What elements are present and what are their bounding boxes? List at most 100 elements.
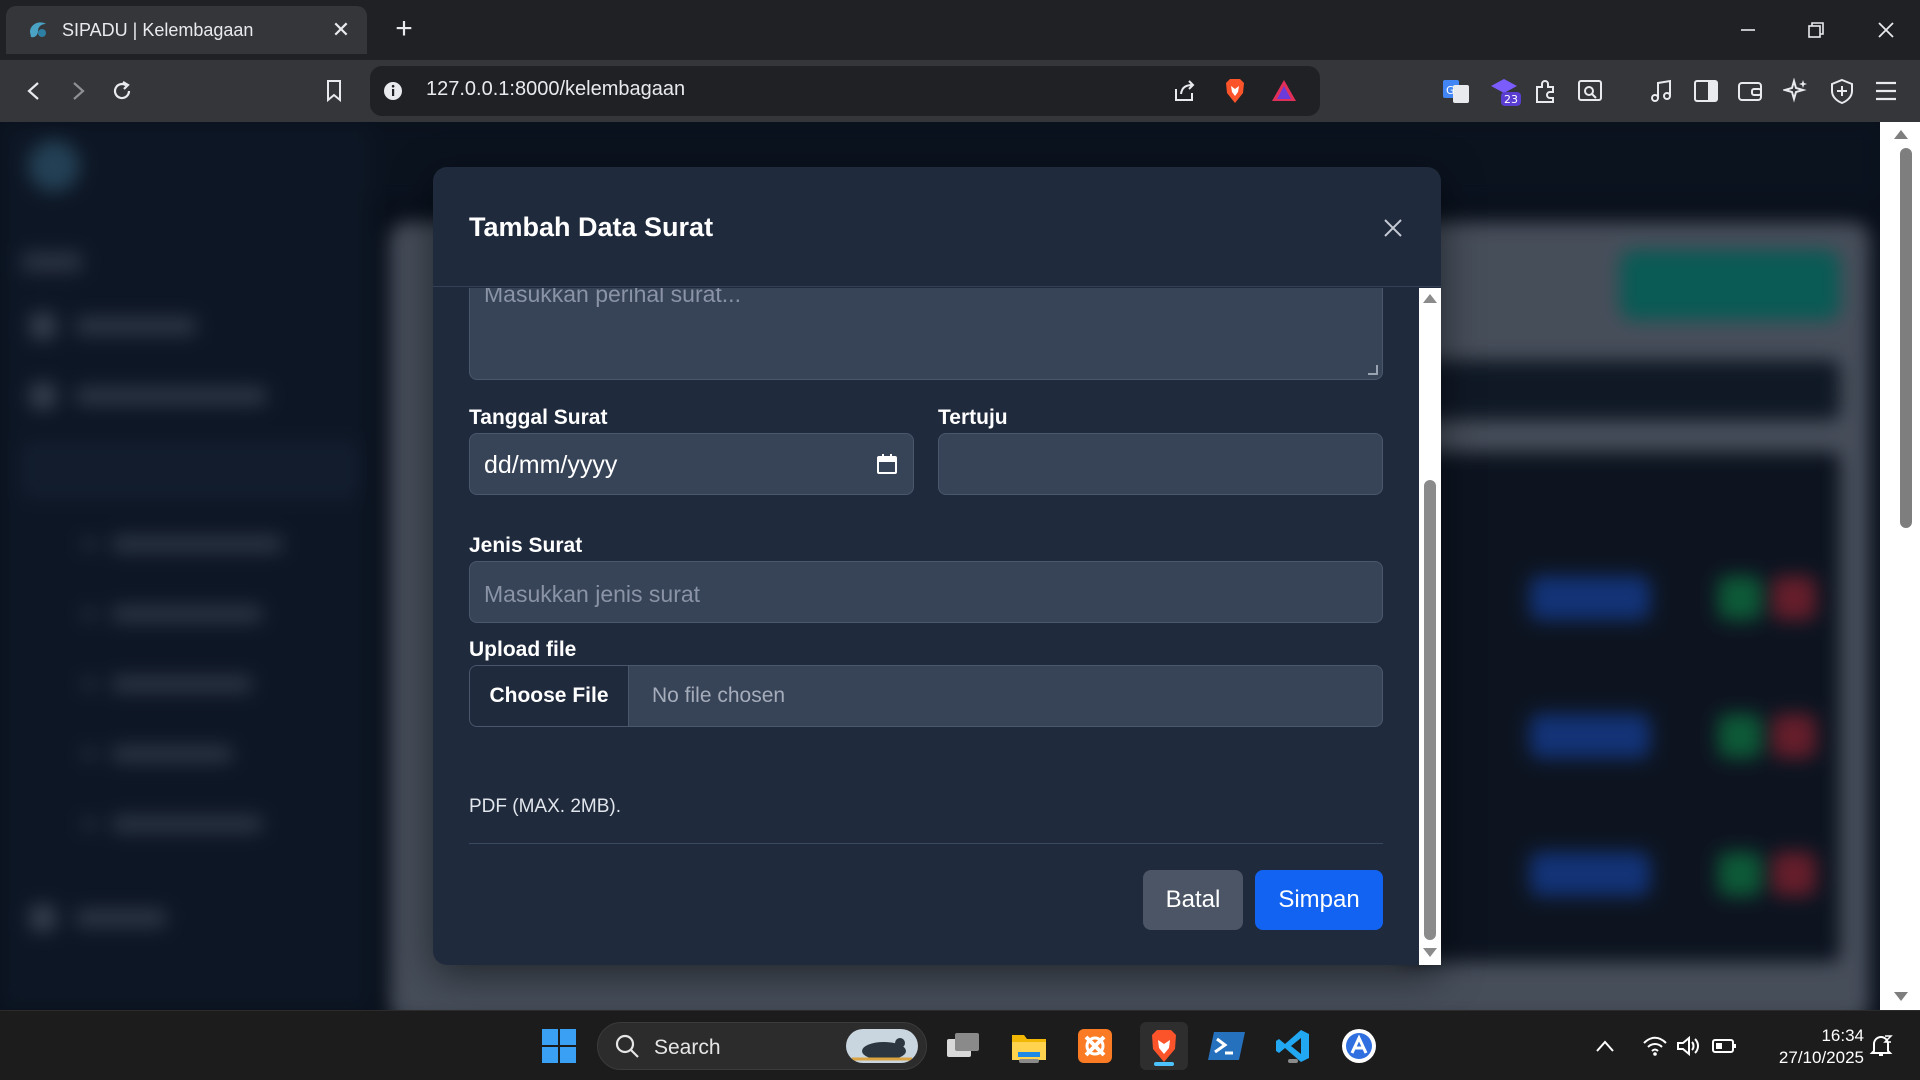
brave-taskbar-button[interactable] bbox=[1140, 1022, 1188, 1070]
new-tab-button[interactable]: + bbox=[386, 12, 422, 48]
battery-button[interactable] bbox=[1704, 1025, 1746, 1067]
leo-ai-button[interactable] bbox=[1776, 71, 1816, 111]
browser-menu-button[interactable] bbox=[1866, 71, 1906, 111]
modal-scrollbar[interactable] bbox=[1419, 288, 1441, 965]
forward-button[interactable] bbox=[58, 71, 98, 111]
folder-icon bbox=[1012, 1035, 1046, 1060]
tab-close-icon[interactable]: ✕ bbox=[329, 17, 353, 43]
wallet-icon bbox=[1738, 82, 1762, 101]
wallet-button[interactable] bbox=[1730, 71, 1770, 111]
windows-logo-icon bbox=[542, 1029, 576, 1063]
modal-header: Tambah Data Surat bbox=[433, 167, 1441, 287]
arrow-left-icon bbox=[27, 82, 39, 100]
app-store-icon bbox=[1342, 1029, 1376, 1063]
translate-extension[interactable]: G bbox=[1436, 71, 1476, 111]
google-translate-icon: G bbox=[1443, 80, 1469, 103]
restore-button[interactable] bbox=[1788, 8, 1844, 52]
share-icon[interactable] bbox=[1172, 79, 1198, 103]
bookmark-button[interactable] bbox=[314, 71, 354, 111]
graduation-cap-icon: 23 bbox=[1491, 79, 1521, 106]
page-scrollbar[interactable] bbox=[1880, 122, 1920, 1010]
modal-footer-region: PDF (MAX. 2MB). Batal Simpan bbox=[433, 288, 1419, 965]
modal-title: Tambah Data Surat bbox=[469, 212, 714, 242]
running-indicator bbox=[1288, 1059, 1298, 1063]
extensions-button[interactable] bbox=[1526, 71, 1566, 111]
screen-search-icon bbox=[1578, 80, 1602, 101]
start-button[interactable] bbox=[538, 1025, 580, 1067]
taskbar-search-label: Search bbox=[654, 1036, 721, 1059]
notification-bell-icon bbox=[1869, 1035, 1893, 1056]
modal-scroll-down-icon[interactable] bbox=[1423, 948, 1437, 957]
puzzle-icon bbox=[1536, 80, 1554, 103]
extension-badge-count: 23 bbox=[1504, 93, 1518, 106]
app-store-button[interactable] bbox=[1338, 1025, 1380, 1067]
battery-icon bbox=[1712, 1039, 1736, 1053]
close-icon bbox=[1878, 22, 1894, 38]
powershell-icon bbox=[1208, 1032, 1245, 1060]
brave-rewards-icon[interactable] bbox=[1270, 78, 1298, 104]
hamburger-menu-icon bbox=[1876, 81, 1896, 101]
browser-tab[interactable]: SIPADU | Kelembagaan ✕ bbox=[6, 6, 367, 54]
url-text[interactable]: 127.0.0.1:8000/kelembagaan bbox=[426, 78, 685, 101]
address-bar[interactable]: 127.0.0.1:8000/kelembagaan bbox=[370, 66, 1320, 116]
modal-scrollbar-thumb[interactable] bbox=[1424, 480, 1436, 940]
sidebar-toggle-button[interactable] bbox=[1686, 71, 1726, 111]
back-button[interactable] bbox=[14, 71, 54, 111]
active-indicator bbox=[1154, 1062, 1174, 1066]
sidebar-icon bbox=[1694, 80, 1718, 102]
modal-close-button[interactable] bbox=[1376, 211, 1410, 245]
page-scrollbar-thumb[interactable] bbox=[1900, 148, 1912, 528]
powershell-button[interactable] bbox=[1206, 1025, 1248, 1067]
music-note-icon bbox=[1651, 79, 1671, 102]
vpn-button[interactable] bbox=[1822, 71, 1862, 111]
show-hidden-icons-button[interactable] bbox=[1584, 1025, 1626, 1067]
media-button[interactable] bbox=[1642, 71, 1682, 111]
browser-toolbar: 127.0.0.1:8000/kelembagaan G 23 bbox=[0, 60, 1920, 122]
cancel-button[interactable]: Batal bbox=[1143, 870, 1243, 930]
chevron-up-icon bbox=[1596, 1040, 1614, 1052]
tab-title: SIPADU | Kelembagaan bbox=[62, 19, 254, 40]
clock-date: 27/10/2025 bbox=[1778, 1048, 1864, 1067]
modal-footer-divider bbox=[469, 843, 1383, 844]
scroll-down-arrow-icon[interactable] bbox=[1894, 992, 1908, 1001]
site-favicon-icon bbox=[30, 22, 46, 38]
sparkle-icon bbox=[1783, 78, 1807, 103]
windows-taskbar: Search 16:34 27/10/2025 bbox=[0, 1010, 1920, 1080]
vscode-button[interactable] bbox=[1272, 1025, 1314, 1067]
wifi-icon bbox=[1643, 1036, 1667, 1056]
scroll-up-arrow-icon[interactable] bbox=[1894, 130, 1908, 139]
xampp-icon bbox=[1078, 1029, 1112, 1063]
bookmark-icon bbox=[327, 80, 341, 103]
speaker-icon bbox=[1677, 1035, 1699, 1057]
browser-tabstrip: SIPADU | Kelembagaan ✕ + bbox=[0, 0, 1920, 60]
minimize-button[interactable] bbox=[1720, 8, 1776, 52]
xampp-button[interactable] bbox=[1074, 1025, 1116, 1067]
task-view-button[interactable] bbox=[942, 1025, 984, 1067]
extension-badge-button[interactable]: 23 bbox=[1486, 71, 1526, 111]
file-hint: PDF (MAX. 2MB). bbox=[469, 796, 622, 817]
site-info-icon[interactable] bbox=[382, 80, 404, 102]
running-indicator bbox=[1019, 1059, 1039, 1063]
clock-time: 16:34 bbox=[1821, 1026, 1864, 1045]
restore-icon bbox=[1808, 22, 1824, 38]
reload-button[interactable] bbox=[102, 71, 142, 111]
modal-scroll-up-icon[interactable] bbox=[1423, 294, 1437, 303]
arrow-right-icon bbox=[73, 82, 85, 100]
file-explorer-button[interactable] bbox=[1008, 1025, 1050, 1067]
reload-icon bbox=[113, 81, 131, 100]
task-view-icon bbox=[947, 1033, 979, 1057]
taskbar-clock[interactable]: 16:34 27/10/2025 bbox=[1779, 1025, 1864, 1069]
minimize-icon bbox=[1741, 29, 1755, 31]
search-highlight-image bbox=[846, 1029, 918, 1063]
shield-icon bbox=[1831, 78, 1853, 104]
taskbar-search[interactable]: Search bbox=[597, 1022, 927, 1070]
notifications-button[interactable] bbox=[1860, 1025, 1902, 1067]
brave-shields-icon[interactable] bbox=[1222, 77, 1248, 105]
svg-text:G: G bbox=[1446, 84, 1455, 97]
search-icon bbox=[615, 1034, 639, 1058]
screenshot-button[interactable] bbox=[1570, 71, 1610, 111]
close-window-button[interactable] bbox=[1858, 8, 1914, 52]
brave-browser-icon bbox=[1152, 1030, 1176, 1062]
close-icon bbox=[1384, 219, 1402, 237]
save-button[interactable]: Simpan bbox=[1255, 870, 1383, 930]
